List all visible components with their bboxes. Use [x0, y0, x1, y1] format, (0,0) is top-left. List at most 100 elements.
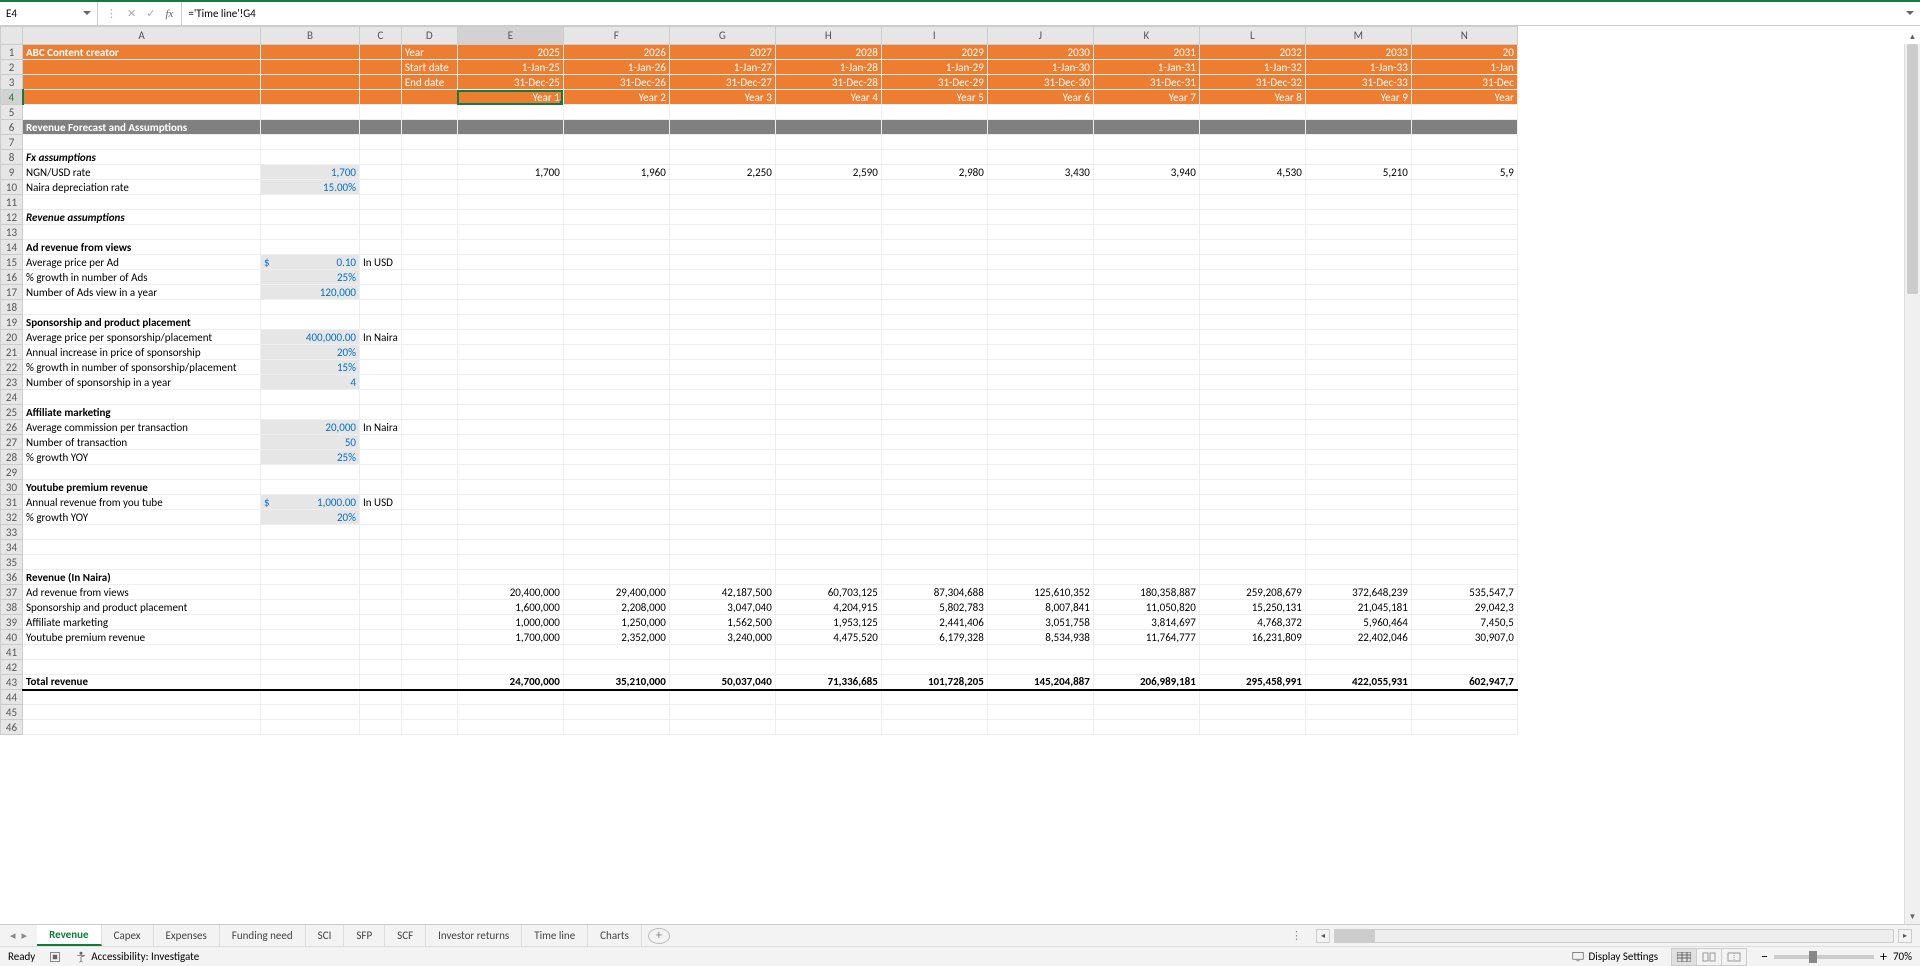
cell-D11[interactable] — [401, 195, 457, 210]
row-header-15[interactable]: 15 — [1, 255, 23, 270]
col-header-N[interactable]: N — [1411, 27, 1517, 45]
cell-F37[interactable]: 29,400,000 — [563, 585, 669, 600]
cell-L36[interactable] — [1199, 570, 1305, 585]
cell-J8[interactable] — [987, 150, 1093, 165]
cell-J44[interactable] — [987, 690, 1093, 705]
cell-H20[interactable] — [775, 330, 881, 345]
cell-G24[interactable] — [669, 390, 775, 405]
cell-E30[interactable] — [457, 480, 563, 495]
cell-K10[interactable] — [1093, 180, 1199, 195]
cell-L30[interactable] — [1199, 480, 1305, 495]
cell-D1[interactable]: Year — [401, 45, 457, 60]
cell-A15[interactable]: Average price per Ad — [23, 255, 261, 270]
cell-M28[interactable] — [1305, 450, 1411, 465]
cell-B9[interactable]: 1,700 — [261, 165, 360, 180]
cell-N46[interactable] — [1411, 720, 1517, 735]
col-header-D[interactable]: D — [401, 27, 457, 45]
cell-F36[interactable] — [563, 570, 669, 585]
cell-B2[interactable] — [261, 60, 360, 75]
cell-D32[interactable] — [401, 510, 457, 525]
view-normal-button[interactable] — [1671, 948, 1697, 966]
cell-F1[interactable]: 2026 — [563, 45, 669, 60]
cell-D4[interactable] — [401, 90, 457, 105]
cell-N4[interactable]: Year — [1411, 90, 1517, 105]
cell-E22[interactable] — [457, 360, 563, 375]
cell-K44[interactable] — [1093, 690, 1199, 705]
cell-F40[interactable]: 2,352,000 — [563, 630, 669, 645]
cell-I23[interactable] — [881, 375, 987, 390]
cell-J22[interactable] — [987, 360, 1093, 375]
cell-A9[interactable]: NGN/USD rate — [23, 165, 261, 180]
cell-I26[interactable] — [881, 420, 987, 435]
cell-A29[interactable] — [23, 465, 261, 480]
cell-D31[interactable] — [401, 495, 457, 510]
cell-M32[interactable] — [1305, 510, 1411, 525]
cell-G33[interactable] — [669, 525, 775, 540]
cell-N19[interactable] — [1411, 315, 1517, 330]
cell-C32[interactable] — [360, 510, 402, 525]
cell-N6[interactable] — [1411, 120, 1517, 135]
cell-J4[interactable]: Year 6 — [987, 90, 1093, 105]
vscroll-thumb[interactable] — [1907, 44, 1918, 294]
row-header-25[interactable]: 25 — [1, 405, 23, 420]
cell-F20[interactable] — [563, 330, 669, 345]
cell-J37[interactable]: 125,610,352 — [987, 585, 1093, 600]
row-header-4[interactable]: 4 — [1, 90, 23, 105]
cell-B10[interactable]: 15.00% — [261, 180, 360, 195]
cell-B25[interactable] — [261, 405, 360, 420]
tab-charts[interactable]: Charts — [588, 925, 642, 946]
row-header-34[interactable]: 34 — [1, 540, 23, 555]
cell-I29[interactable] — [881, 465, 987, 480]
col-header-K[interactable]: K — [1093, 27, 1199, 45]
cell-N33[interactable] — [1411, 525, 1517, 540]
cell-L21[interactable] — [1199, 345, 1305, 360]
cell-I11[interactable] — [881, 195, 987, 210]
cell-H25[interactable] — [775, 405, 881, 420]
cell-H22[interactable] — [775, 360, 881, 375]
cell-G21[interactable] — [669, 345, 775, 360]
cell-M42[interactable] — [1305, 660, 1411, 675]
cell-I36[interactable] — [881, 570, 987, 585]
cell-H39[interactable]: 1,953,125 — [775, 615, 881, 630]
cell-K20[interactable] — [1093, 330, 1199, 345]
tab-next-icon[interactable]: ▸ — [20, 929, 30, 942]
row-header-45[interactable]: 45 — [1, 705, 23, 720]
cell-H41[interactable] — [775, 645, 881, 660]
row-header-9[interactable]: 9 — [1, 165, 23, 180]
cell-C15[interactable]: In USD — [360, 255, 402, 270]
cell-C14[interactable] — [360, 240, 402, 255]
cell-J7[interactable] — [987, 135, 1093, 150]
cell-L29[interactable] — [1199, 465, 1305, 480]
cell-L38[interactable]: 15,250,131 — [1199, 600, 1305, 615]
cell-E42[interactable] — [457, 660, 563, 675]
cell-M34[interactable] — [1305, 540, 1411, 555]
cell-K23[interactable] — [1093, 375, 1199, 390]
row-header-20[interactable]: 20 — [1, 330, 23, 345]
cell-M31[interactable] — [1305, 495, 1411, 510]
scroll-up-icon[interactable]: ▲ — [1905, 30, 1920, 44]
cell-C31[interactable]: In USD — [360, 495, 402, 510]
cell-F5[interactable] — [563, 105, 669, 120]
cell-A14[interactable]: Ad revenue from views — [23, 240, 261, 255]
cell-N15[interactable] — [1411, 255, 1517, 270]
tab-first-icon[interactable]: ◂ — [8, 929, 18, 942]
cell-E12[interactable] — [457, 210, 563, 225]
cell-H38[interactable]: 4,204,915 — [775, 600, 881, 615]
cell-I30[interactable] — [881, 480, 987, 495]
cell-I31[interactable] — [881, 495, 987, 510]
cell-F6[interactable] — [563, 120, 669, 135]
cell-M24[interactable] — [1305, 390, 1411, 405]
cell-K43[interactable]: 206,989,181 — [1093, 675, 1199, 690]
cell-A42[interactable] — [23, 660, 261, 675]
cell-F27[interactable] — [563, 435, 669, 450]
cell-A5[interactable] — [23, 105, 261, 120]
vertical-scrollbar[interactable]: ▲ ▼ — [1904, 44, 1920, 924]
row-header-26[interactable]: 26 — [1, 420, 23, 435]
cell-L45[interactable] — [1199, 705, 1305, 720]
cell-L16[interactable] — [1199, 270, 1305, 285]
cell-C25[interactable] — [360, 405, 402, 420]
cell-C5[interactable] — [360, 105, 402, 120]
formula-input[interactable]: ='Time line'!G4 — [182, 2, 1920, 25]
horizontal-scrollbar[interactable]: ◂ ▸ — [1308, 929, 1920, 943]
cell-G12[interactable] — [669, 210, 775, 225]
